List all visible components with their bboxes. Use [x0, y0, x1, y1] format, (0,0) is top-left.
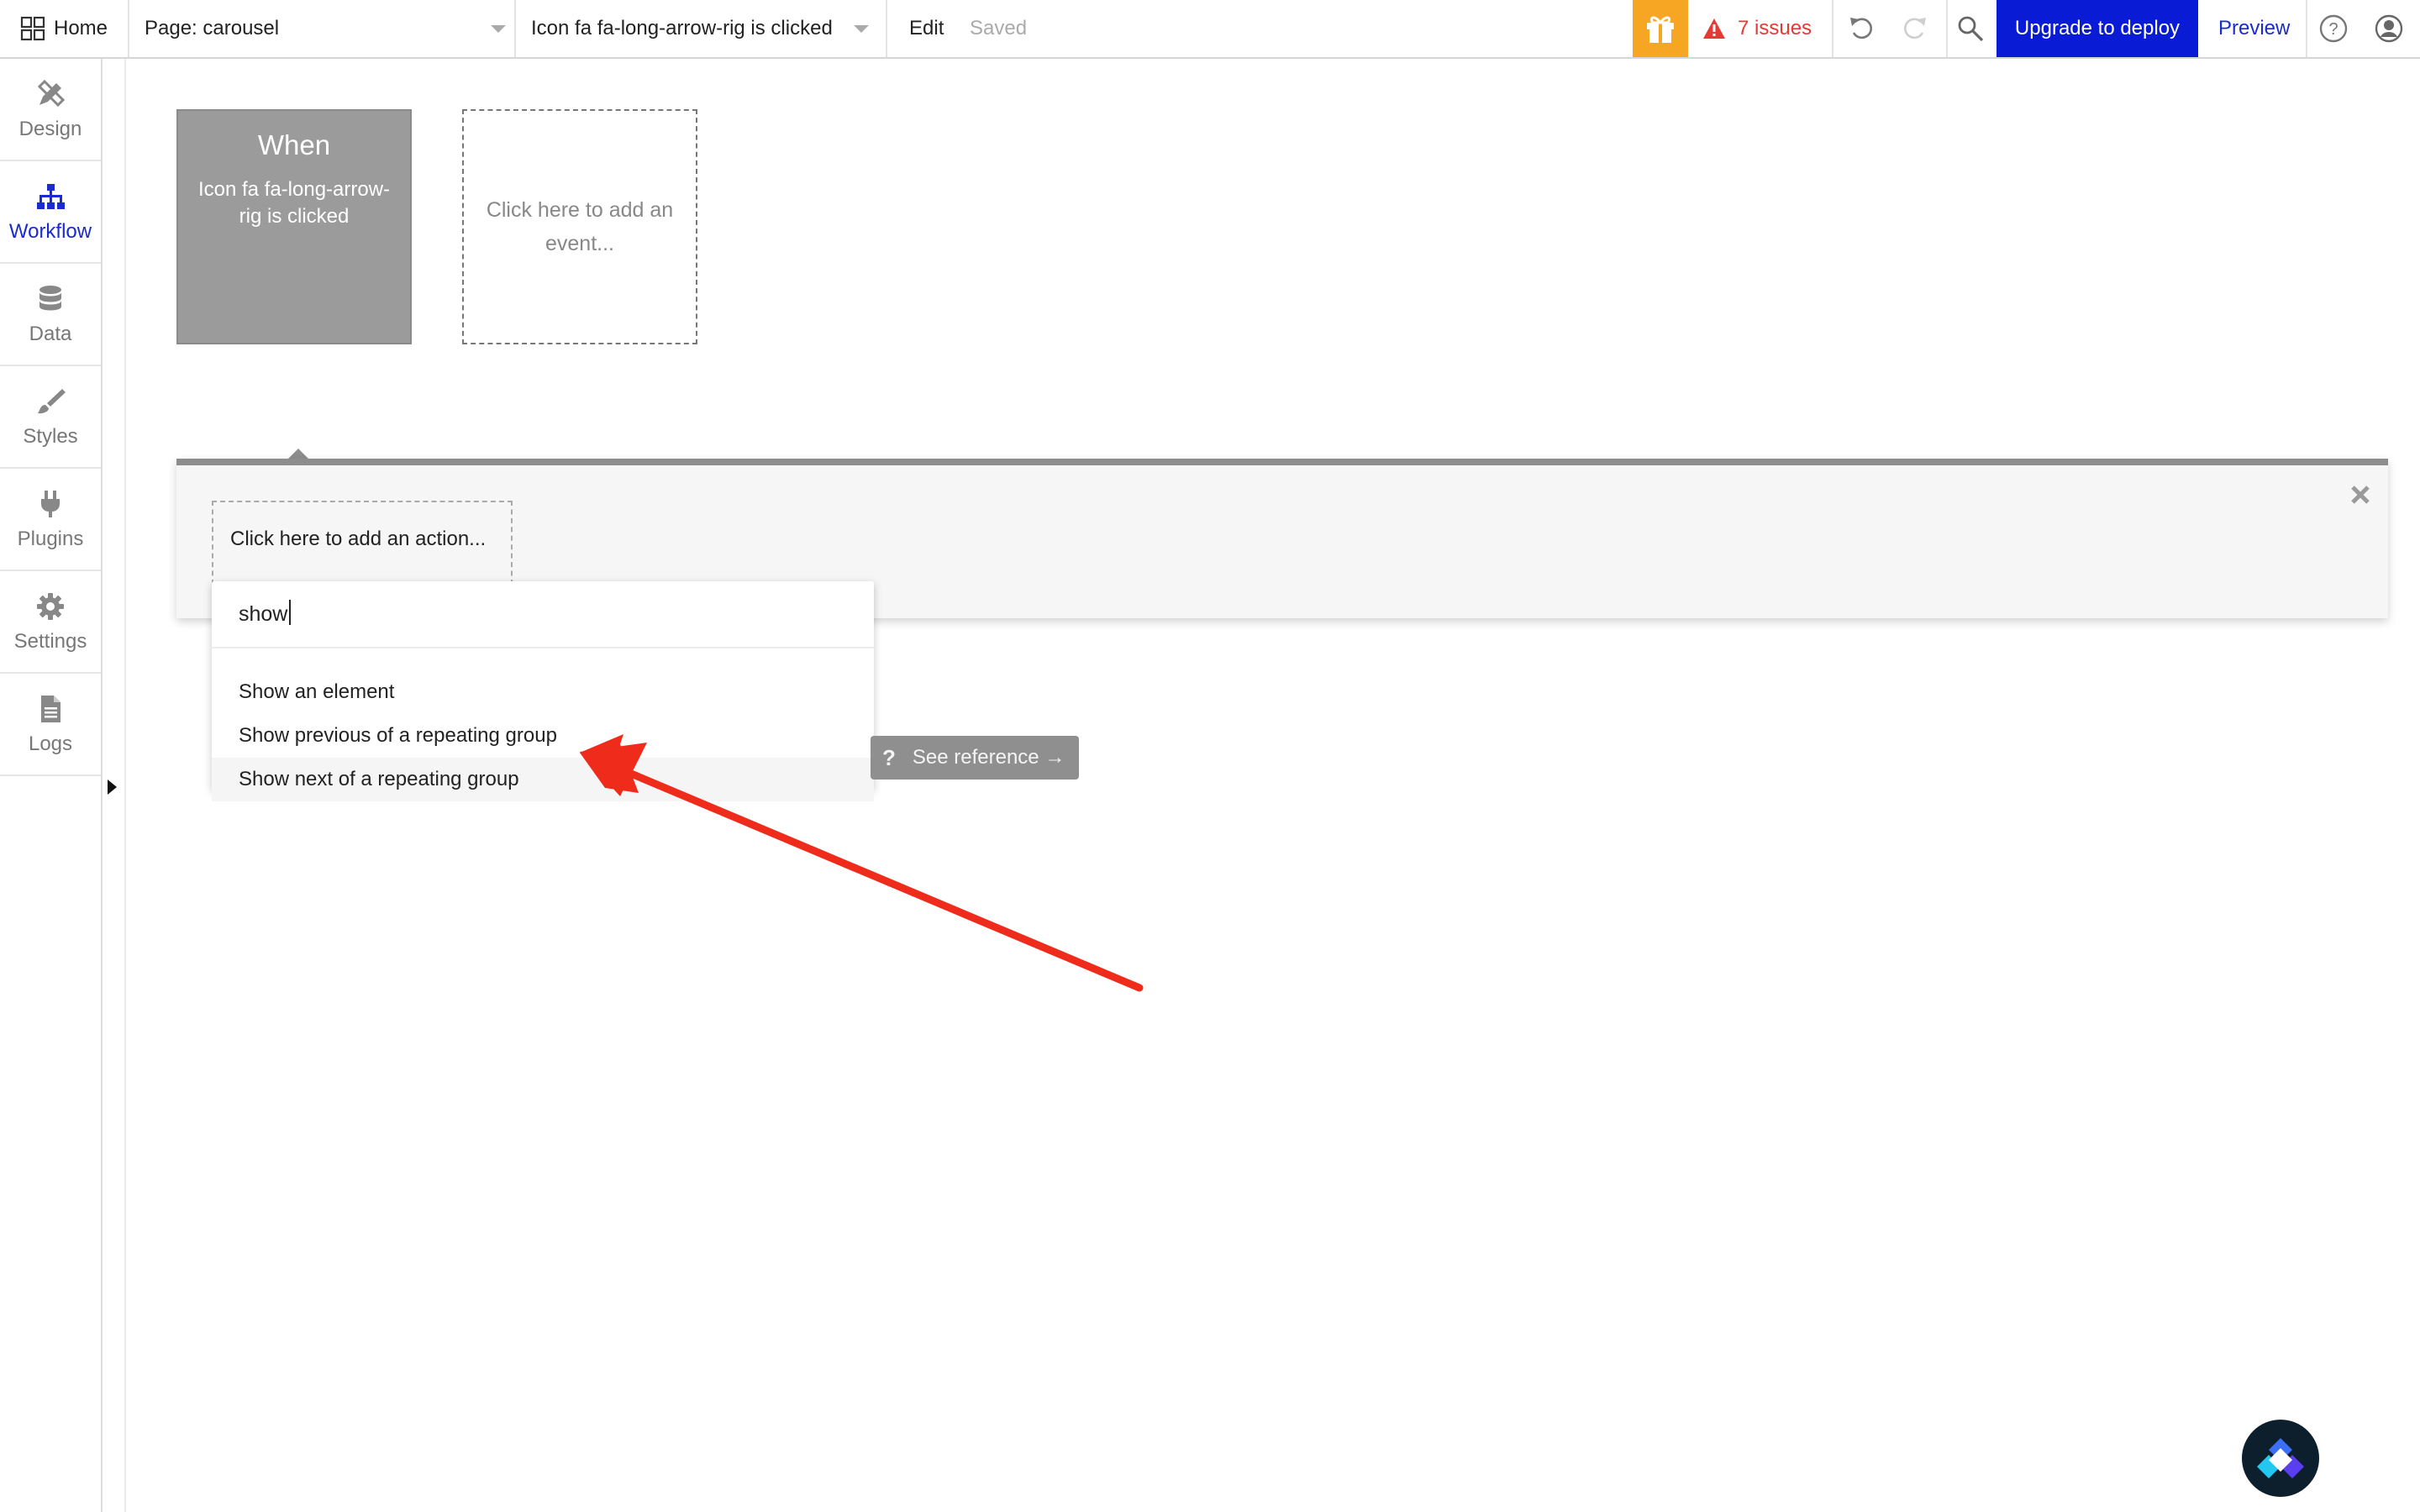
event-selector[interactable]: Icon fa fa-long-arrow-rig is clicked [531, 0, 871, 57]
add-event-button[interactable]: Click here to add an event... [462, 109, 697, 344]
question-icon: ? [882, 744, 896, 770]
chevron-down-icon [491, 24, 506, 33]
sidebar-item-data[interactable]: Data [0, 264, 101, 366]
dropdown-item[interactable]: Show an element [212, 670, 874, 714]
user-icon [2375, 14, 2403, 43]
issues-label: 7 issues [1738, 17, 1812, 39]
sidebar-item-label: Logs [28, 732, 73, 755]
divider [128, 0, 129, 57]
undo-button[interactable] [1847, 0, 1876, 57]
divider [2306, 0, 2307, 57]
sidebar-item-plugins[interactable]: Plugins [0, 469, 101, 571]
page-selector[interactable]: Page: carousel [145, 0, 509, 57]
upgrade-button[interactable]: Upgrade to deploy [1996, 0, 2198, 57]
event-card-title: When [257, 129, 331, 160]
help-icon: ? [2319, 14, 2348, 43]
edit-label: Edit [909, 17, 944, 39]
canvas-border [124, 59, 126, 1512]
save-status: Saved [970, 0, 1027, 57]
svg-text:?: ? [2328, 20, 2338, 39]
event-card-when[interactable]: When Icon fa fa-long-arrow-rig is clicke… [176, 109, 412, 344]
grid-icon [20, 16, 45, 41]
warning-icon [1703, 18, 1725, 39]
gift-button[interactable] [1633, 0, 1688, 57]
left-sidebar: Design Workflow Data Styles Plugins Sett… [0, 59, 103, 1512]
divider [1946, 0, 1948, 57]
redo-button[interactable] [1901, 0, 1929, 57]
dropdown-item[interactable]: Show previous of a repeating group [212, 714, 874, 758]
sidebar-item-styles[interactable]: Styles [0, 366, 101, 469]
sidebar-item-label: Design [18, 118, 82, 140]
search-icon [1958, 16, 1984, 42]
preview-label: Preview [2218, 17, 2291, 39]
gift-icon [1647, 16, 1674, 43]
sidebar-item-label: Plugins [17, 528, 84, 550]
divider [514, 0, 516, 57]
action-search-input[interactable] [212, 581, 874, 648]
account-button[interactable] [2375, 0, 2403, 57]
divider [886, 0, 887, 57]
database-icon [34, 282, 67, 316]
see-reference-label: See reference → [912, 746, 1065, 769]
issues-button[interactable]: 7 issues [1702, 0, 1812, 57]
text-cursor [289, 600, 291, 625]
saved-label: Saved [970, 17, 1028, 39]
undo-icon [1850, 18, 1872, 39]
event-card-description: Icon fa fa-long-arrow-rig is clicked [197, 178, 391, 228]
see-reference-button[interactable]: ? See reference → [871, 736, 1079, 780]
chevron-down-icon [854, 24, 869, 33]
brush-icon [34, 385, 67, 418]
event-selector-label: Icon fa fa-long-arrow-rig is clicked [531, 17, 833, 39]
top-bar: Home Page: carousel Icon fa fa-long-arro… [0, 0, 2420, 59]
help-button[interactable]: ? [2319, 0, 2348, 57]
sidebar-item-settings[interactable]: Settings [0, 571, 101, 674]
add-action-button[interactable]: Click here to add an action... [212, 501, 513, 585]
sidebar-item-label: Data [29, 323, 72, 345]
close-icon[interactable] [2348, 482, 2373, 507]
document-icon [34, 692, 67, 726]
edit-menu[interactable]: Edit [909, 0, 944, 57]
sidebar-item-design[interactable]: Design [0, 59, 101, 161]
chat-logo-icon [2257, 1438, 2304, 1478]
dropdown-item-highlighted[interactable]: Show next of a repeating group [212, 758, 874, 801]
redo-icon [1904, 18, 1926, 39]
sidebar-item-label: Settings [13, 630, 87, 653]
pencil-ruler-icon [34, 77, 67, 111]
sitemap-icon [34, 180, 67, 213]
sidebar-item-label: Workflow [8, 220, 92, 243]
chat-widget-button[interactable] [2242, 1420, 2319, 1497]
action-search-dropdown: Show an element Show previous of a repea… [212, 581, 874, 801]
home-label: Home [54, 17, 108, 39]
preview-button[interactable]: Preview [2218, 0, 2290, 57]
sidebar-item-workflow[interactable]: Workflow [0, 161, 101, 264]
home-button[interactable]: Home [20, 0, 108, 57]
gear-icon [34, 590, 67, 623]
search-button[interactable] [1956, 0, 1985, 57]
page-selector-label: Page: carousel [145, 17, 280, 39]
sidebar-expand-toggle[interactable] [108, 780, 117, 795]
sidebar-item-label: Styles [23, 425, 78, 448]
divider [1832, 0, 1833, 57]
sidebar-item-logs[interactable]: Logs [0, 674, 101, 776]
plug-icon [34, 487, 67, 521]
